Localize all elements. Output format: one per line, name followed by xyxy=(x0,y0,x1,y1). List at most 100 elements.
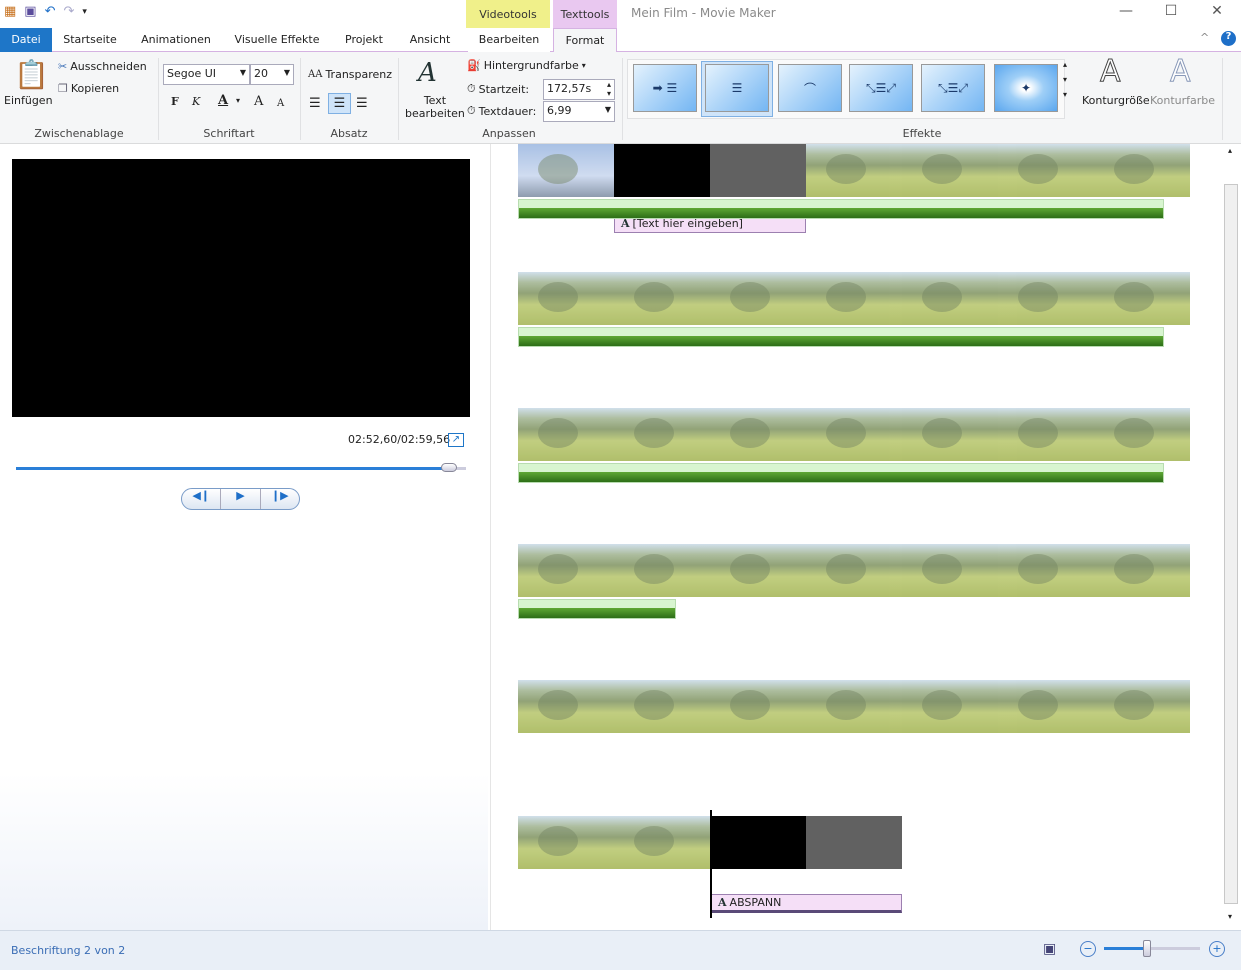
font-size-select[interactable]: 20 ▼ xyxy=(250,64,294,85)
tab-projekt[interactable]: Projekt xyxy=(338,28,390,52)
audio-waveform[interactable] xyxy=(518,599,676,619)
edit-text-icon[interactable]: A xyxy=(418,58,437,88)
video-thumbnail[interactable] xyxy=(806,408,902,461)
zoom-in-button[interactable]: + xyxy=(1209,941,1225,957)
video-thumbnail[interactable] xyxy=(1094,680,1190,733)
undo-icon[interactable]: ↶ xyxy=(45,4,56,19)
video-thumbnail[interactable] xyxy=(710,408,806,461)
video-thumbnail[interactable] xyxy=(998,144,1094,197)
redo-icon[interactable]: ↷ xyxy=(64,4,75,19)
timeline-scrollbar[interactable]: ▴ ▾ xyxy=(1222,144,1241,930)
save-icon[interactable]: ▣ xyxy=(24,4,36,19)
minimize-button[interactable]: — xyxy=(1111,3,1141,19)
video-thumbnail[interactable] xyxy=(998,544,1094,597)
video-thumbnail[interactable] xyxy=(1094,144,1190,197)
italic-button[interactable]: K xyxy=(192,95,200,108)
video-thumbnail[interactable] xyxy=(518,144,614,197)
play-button[interactable]: ▶ xyxy=(221,489,261,509)
close-button[interactable]: ✕ xyxy=(1202,3,1232,19)
video-thumbnail[interactable] xyxy=(614,272,710,325)
help-icon[interactable]: ? xyxy=(1221,31,1236,46)
edit-text-button[interactable]: Text bearbeiten xyxy=(405,94,465,120)
copy-button[interactable]: ❐ Kopieren xyxy=(58,82,119,95)
effect-zoom-corners[interactable]: ⤡☰⤢ xyxy=(921,64,985,112)
zoom-out-button[interactable]: − xyxy=(1080,941,1096,957)
video-thumbnail[interactable] xyxy=(710,544,806,597)
customize-qat-icon[interactable]: ▾ xyxy=(82,7,87,17)
video-thumbnail[interactable] xyxy=(998,408,1094,461)
tab-format[interactable]: Format xyxy=(553,28,617,53)
background-color-button[interactable]: ⛽ Hintergrundfarbe ▾ xyxy=(467,59,586,72)
tab-visuelle-effekte[interactable]: Visuelle Effekte xyxy=(228,28,326,52)
video-thumbnail[interactable] xyxy=(710,816,806,869)
video-thumbnail[interactable] xyxy=(902,544,998,597)
outline-size-button[interactable]: Konturgröße xyxy=(1082,94,1150,107)
video-thumbnail[interactable] xyxy=(1094,408,1190,461)
zoom-thumb[interactable] xyxy=(1143,940,1152,957)
video-thumbnail[interactable] xyxy=(518,544,614,597)
video-thumbnail[interactable] xyxy=(710,272,806,325)
grow-font-button[interactable]: A xyxy=(254,94,263,109)
effect-scroll-up[interactable]: ☰ xyxy=(705,64,769,112)
font-color-button[interactable]: A xyxy=(218,93,228,108)
fullscreen-icon[interactable]: ↗ xyxy=(448,433,464,447)
video-thumbnail[interactable] xyxy=(518,408,614,461)
video-thumbnail[interactable] xyxy=(998,680,1094,733)
video-thumbnail[interactable] xyxy=(902,144,998,197)
effect-corners[interactable]: ⤡☰⤢ xyxy=(849,64,913,112)
scroll-thumb[interactable] xyxy=(1224,184,1238,904)
video-thumbnail[interactable] xyxy=(1094,544,1190,597)
video-thumbnail[interactable] xyxy=(710,144,806,197)
video-thumbnail[interactable] xyxy=(806,680,902,733)
video-thumbnail[interactable] xyxy=(806,816,902,869)
video-thumbnail[interactable] xyxy=(998,272,1094,325)
cut-button[interactable]: ✂ Ausschneiden xyxy=(58,60,147,73)
font-color-dropdown-icon[interactable]: ▾ xyxy=(236,96,240,105)
seek-thumb[interactable] xyxy=(440,463,457,472)
video-thumbnail[interactable] xyxy=(614,144,710,197)
tab-datei[interactable]: Datei xyxy=(0,28,52,52)
audio-waveform[interactable] xyxy=(518,199,1164,219)
previous-frame-button[interactable]: ◀❙ xyxy=(182,489,222,509)
video-thumbnail[interactable] xyxy=(902,408,998,461)
collapse-ribbon-icon[interactable]: ^ xyxy=(1200,31,1209,44)
tab-bearbeiten[interactable]: Bearbeiten xyxy=(468,28,550,52)
tab-startseite[interactable]: Startseite xyxy=(56,28,124,52)
video-thumbnail[interactable] xyxy=(902,680,998,733)
font-family-select[interactable]: Segoe UI ▼ xyxy=(163,64,250,85)
video-thumbnail[interactable] xyxy=(1094,272,1190,325)
shrink-font-button[interactable]: A xyxy=(277,98,284,109)
align-right-button[interactable]: ☰ xyxy=(356,96,368,111)
effect-swing[interactable]: ⌒ xyxy=(778,64,842,112)
video-thumbnail[interactable] xyxy=(518,816,614,869)
video-thumbnail[interactable] xyxy=(518,272,614,325)
video-thumbnail[interactable] xyxy=(518,680,614,733)
tab-animationen[interactable]: Animationen xyxy=(136,28,216,52)
effect-sparkle[interactable]: ✦ xyxy=(994,64,1058,112)
video-thumbnail[interactable] xyxy=(614,816,710,869)
transparency-button[interactable]: AA Transparenz xyxy=(308,68,392,81)
text-duration-select[interactable]: 6,99 ▼ xyxy=(543,101,615,122)
effect-fly-in-left[interactable]: ➡ ☰ xyxy=(633,64,697,112)
video-thumbnail[interactable] xyxy=(614,680,710,733)
storyboard-timeline[interactable]: A [Text hier eingeben] A ABSPANN xyxy=(490,144,1222,930)
caption-item-selected[interactable]: A ABSPANN xyxy=(711,894,902,913)
video-thumbnail[interactable] xyxy=(710,680,806,733)
paste-button[interactable]: Einfügen xyxy=(4,94,53,107)
video-thumbnail[interactable] xyxy=(614,408,710,461)
audio-waveform[interactable] xyxy=(518,463,1164,483)
audio-waveform[interactable] xyxy=(518,327,1164,347)
align-left-button[interactable]: ☰ xyxy=(309,96,321,111)
start-time-input[interactable]: 172,57s ▴ ▾ xyxy=(543,79,615,100)
video-thumbnail[interactable] xyxy=(806,544,902,597)
maximize-button[interactable]: ☐ xyxy=(1156,3,1186,19)
video-thumbnail[interactable] xyxy=(614,544,710,597)
video-thumbnail[interactable] xyxy=(806,272,902,325)
video-thumbnail[interactable] xyxy=(902,272,998,325)
video-preview[interactable] xyxy=(12,159,470,417)
zoom-slider[interactable] xyxy=(1104,940,1200,957)
next-frame-button[interactable]: ❙▶ xyxy=(261,489,299,509)
seek-bar[interactable] xyxy=(16,463,466,472)
align-center-button[interactable]: ☰ xyxy=(328,93,351,114)
thumbnail-size-icon[interactable]: ▣ xyxy=(1043,941,1056,957)
